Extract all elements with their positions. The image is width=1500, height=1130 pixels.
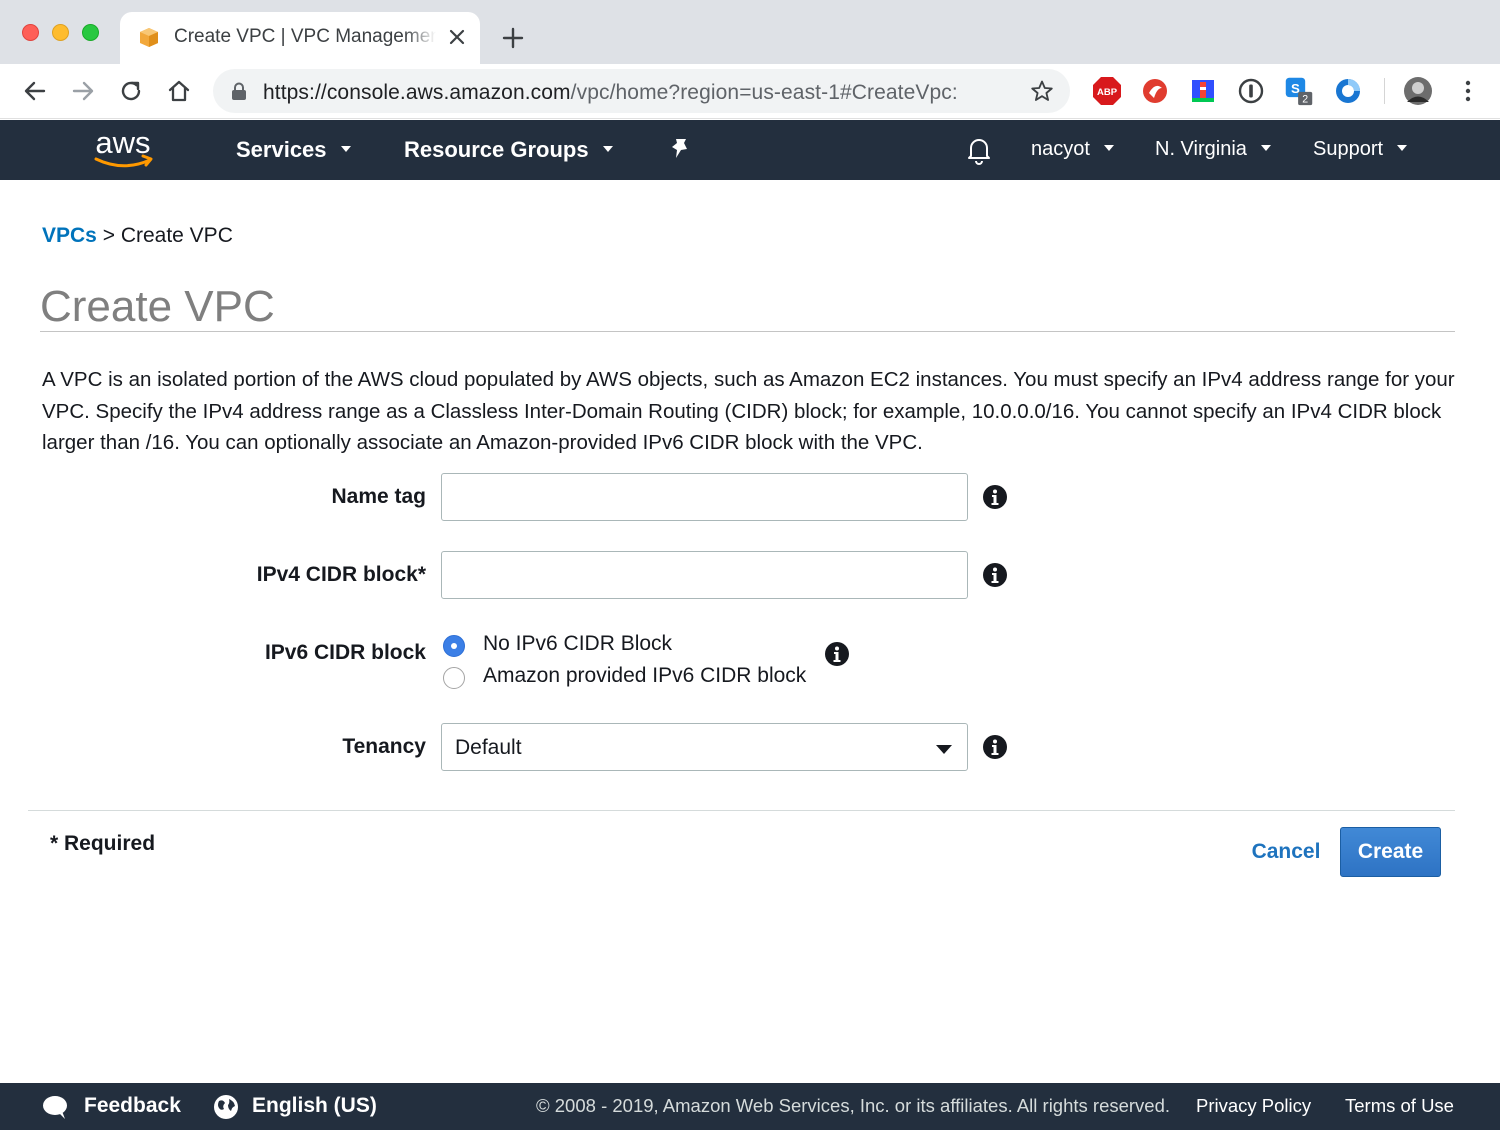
ipv4-cidr-label: IPv4 CIDR block* [256, 563, 426, 586]
chevron-down-icon [1397, 144, 1408, 151]
tenancy-select[interactable]: Default [441, 723, 968, 771]
url-path: /vpc/home?region=us-east-1#CreateVpc: [570, 81, 958, 104]
breadcrumb: VPCs > Create VPC [42, 224, 233, 248]
privacy-policy-link[interactable]: Privacy Policy [1196, 1095, 1311, 1117]
new-tab-plus-icon[interactable] [500, 25, 526, 51]
name-tag-input[interactable] [441, 473, 968, 521]
page-description: A VPC is an isolated portion of the AWS … [42, 368, 1455, 454]
forward-arrow-icon[interactable] [68, 76, 98, 106]
region-menu[interactable]: N. Virginia [1155, 138, 1271, 161]
ipv6-cidr-label: IPv6 CIDR block [264, 641, 426, 664]
toolbar-separator [1384, 78, 1385, 104]
window-minimize-button[interactable] [52, 24, 69, 41]
notification-bell-icon[interactable] [965, 135, 993, 165]
breadcrumb-vpcs-link[interactable]: VPCs [42, 224, 97, 247]
lighthouse-extension-icon[interactable] [1188, 76, 1218, 106]
support-label: Support [1313, 138, 1384, 160]
breadcrumb-current: Create VPC [120, 224, 233, 247]
back-arrow-icon[interactable] [20, 76, 50, 106]
aws-top-navigation: aws Services Resource Groups nacyot N. V… [0, 120, 1500, 180]
name-tag-label: Name tag [331, 485, 426, 508]
chevron-down-icon [340, 146, 351, 153]
browser-tab[interactable]: Create VPC | VPC Management Console [120, 12, 480, 64]
services-menu[interactable]: Services [236, 137, 351, 163]
chevron-down-icon [1260, 144, 1271, 151]
dropdown-caret-icon [936, 745, 952, 754]
abp-label: ABP [1097, 87, 1118, 98]
1password-extension-icon[interactable] [1236, 76, 1266, 106]
feedback-speech-bubble-icon [43, 1096, 67, 1119]
url-host: https://console.aws.amazon.com [263, 81, 571, 104]
globe-icon [214, 1095, 238, 1119]
resource-groups-menu[interactable]: Resource Groups [404, 137, 613, 163]
info-icon[interactable] [824, 641, 850, 667]
pin-icon[interactable] [668, 137, 692, 163]
browser-tab-bar: Create VPC | VPC Management Console [0, 0, 1500, 64]
support-menu[interactable]: Support [1313, 138, 1408, 161]
adblock-plus-extension-icon[interactable]: ABP [1092, 76, 1122, 106]
create-button[interactable]: Create [1340, 827, 1441, 877]
ipv4-cidr-input[interactable] [441, 551, 968, 599]
window-close-button[interactable] [22, 24, 39, 41]
profile-avatar-icon[interactable] [1403, 76, 1433, 106]
tab-title: Create VPC | VPC Management Console [174, 26, 436, 47]
region-label: N. Virginia [1155, 138, 1247, 160]
aws-cube-favicon-icon [140, 28, 158, 47]
ipv6-option-amazon-label[interactable]: Amazon provided IPv6 CIDR block [483, 664, 806, 688]
resource-groups-label: Resource Groups [404, 137, 589, 162]
globe-extension-icon[interactable] [1333, 76, 1363, 106]
tab-close-icon[interactable] [445, 25, 469, 49]
services-label: Services [236, 137, 327, 162]
info-icon[interactable] [982, 484, 1008, 510]
red-pocket-extension-icon[interactable] [1140, 76, 1170, 106]
form-divider [28, 810, 1455, 811]
reload-icon[interactable] [116, 76, 146, 106]
skype-extension-icon[interactable]: S 2 [1284, 76, 1314, 106]
required-note: * Required [50, 832, 156, 855]
feedback-link[interactable]: Feedback [84, 1094, 181, 1118]
copyright-text: © 2008 - 2019, Amazon Web Services, Inc.… [536, 1095, 1171, 1116]
terms-of-use-link[interactable]: Terms of Use [1345, 1095, 1454, 1117]
address-bar[interactable]: https://console.aws.amazon.com/vpc/home?… [213, 69, 1070, 113]
extension-badge: 2 [1302, 93, 1308, 105]
aws-logo[interactable]: aws [90, 126, 156, 172]
chevron-down-icon [602, 146, 613, 153]
lock-icon [232, 82, 246, 100]
breadcrumb-separator: > [102, 224, 115, 247]
info-icon[interactable] [982, 734, 1008, 760]
window-zoom-button[interactable] [82, 24, 99, 41]
home-icon[interactable] [164, 76, 194, 106]
account-menu[interactable]: nacyot [1031, 138, 1114, 161]
bookmark-star-icon[interactable] [1030, 79, 1054, 103]
page-title: Create VPC [40, 282, 275, 331]
browser-toolbar: https://console.aws.amazon.com/vpc/home?… [0, 64, 1500, 119]
info-icon[interactable] [982, 562, 1008, 588]
tenancy-label: Tenancy [342, 735, 426, 758]
title-divider [40, 331, 1455, 332]
tenancy-selected-value: Default [455, 736, 522, 759]
ipv6-option-none-label[interactable]: No IPv6 CIDR Block [483, 632, 672, 656]
ipv6-radio-amazon[interactable] [443, 667, 465, 689]
language-selector[interactable]: English (US) [252, 1094, 377, 1118]
account-user-label: nacyot [1031, 138, 1090, 160]
chevron-down-icon [1103, 144, 1114, 151]
ipv6-radio-none[interactable] [443, 635, 465, 657]
console-footer: Feedback English (US) © 2008 - 2019, Ama… [0, 1083, 1500, 1130]
cancel-button[interactable]: Cancel [1240, 828, 1332, 876]
url-text: https://console.aws.amazon.com/vpc/home?… [263, 81, 958, 105]
browser-menu-icon[interactable] [1453, 76, 1483, 106]
